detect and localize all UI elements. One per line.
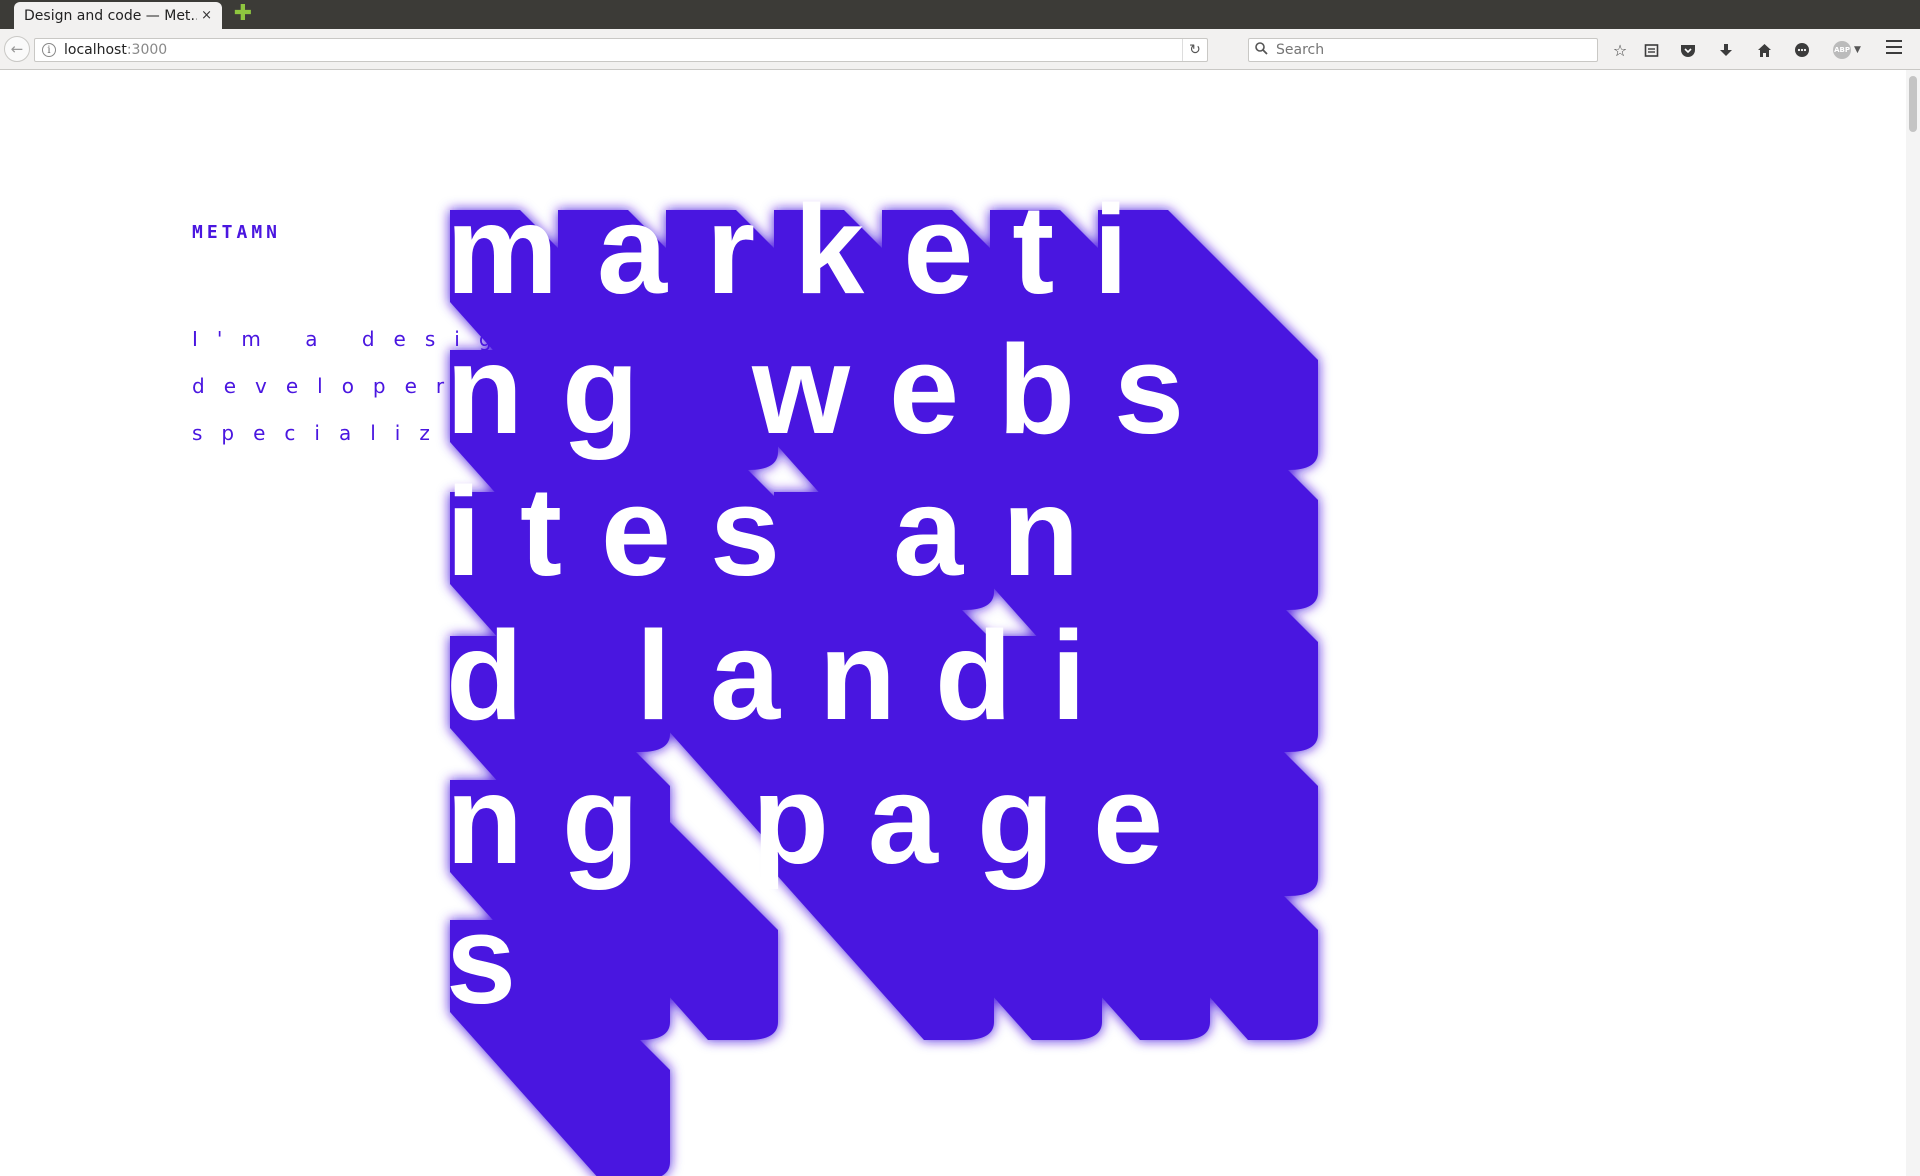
search-input[interactable]	[1274, 41, 1597, 59]
scroll-thumb[interactable]	[1909, 76, 1917, 132]
arrow-left-icon: ←	[10, 40, 24, 58]
hero-line-6: s	[446, 889, 556, 1030]
home-icon[interactable]	[1753, 39, 1775, 61]
search-icon	[1255, 41, 1268, 59]
pocket-icon[interactable]	[1677, 39, 1699, 61]
url-text[interactable]: localhost:3000	[64, 42, 1182, 58]
url-port: :3000	[126, 42, 168, 58]
abp-badge: ABP	[1833, 41, 1852, 59]
back-button[interactable]: ←	[4, 36, 30, 62]
hero-line-2: ng webs	[446, 319, 1224, 460]
hero-line-1: marketi	[446, 179, 1168, 320]
chevron-down-icon: ▼	[1854, 45, 1861, 55]
info-icon[interactable]: i	[42, 43, 56, 57]
tab-strip: Design and code — Met… × ✚	[0, 0, 1920, 29]
tab-active[interactable]: Design and code — Met… ×	[14, 2, 222, 29]
tab-title: Design and code — Met…	[24, 7, 198, 24]
reading-list-icon[interactable]	[1640, 39, 1662, 61]
site-logo[interactable]: METAMN	[192, 222, 281, 243]
close-tab-icon[interactable]: ×	[201, 8, 212, 23]
adblock-icon[interactable]: ABP ▼	[1830, 39, 1864, 61]
page-content: METAMN I'm a designer & developer specia…	[0, 70, 1906, 1176]
reload-icon[interactable]: ↻	[1182, 39, 1207, 61]
bookmark-star-icon[interactable]: ☆	[1609, 39, 1631, 61]
url-host: localhost	[64, 42, 127, 58]
hero-line-4: d landi	[446, 605, 1125, 746]
chat-icon[interactable]	[1791, 39, 1813, 61]
search-bar[interactable]	[1248, 38, 1598, 62]
nav-toolbar: ← i localhost:3000 ↻ ☆ ABP ▼	[0, 29, 1920, 70]
hero-line-5: ng page	[446, 749, 1203, 890]
vertical-scrollbar[interactable]	[1906, 70, 1920, 1176]
new-tab-icon[interactable]: ✚	[232, 3, 254, 25]
address-bar[interactable]: i localhost:3000 ↻	[34, 38, 1208, 62]
hero-headline: marketi ng webs ites an d landi ng page …	[446, 120, 1346, 1176]
hero-line-3: ites an	[446, 461, 1119, 602]
download-icon[interactable]	[1715, 39, 1737, 61]
hamburger-menu-icon[interactable]	[1886, 40, 1902, 54]
